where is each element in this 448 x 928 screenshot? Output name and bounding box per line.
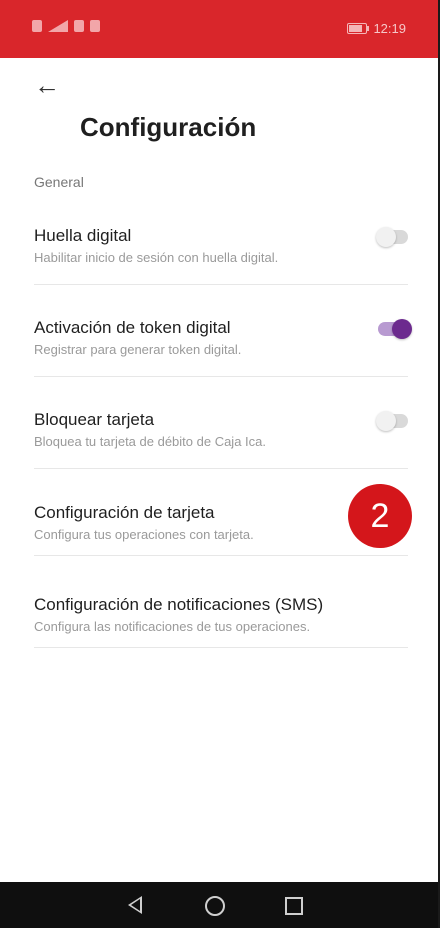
battery-icon [347, 23, 370, 34]
setting-block-card[interactable]: Bloquear tarjeta Bloquea tu tarjeta de d… [34, 410, 408, 469]
status-icons-left [32, 20, 100, 32]
square-recents-icon[interactable] [285, 897, 303, 915]
setting-title: Configuración de notificaciones (SMS) [34, 595, 324, 614]
status-icons-right: 12:19 [347, 21, 406, 36]
setting-fingerprint[interactable]: Huella digital Habilitar inicio de sesió… [34, 226, 408, 285]
section-label: General [34, 174, 84, 190]
setting-notifications[interactable]: Configuración de notificaciones (SMS) Co… [34, 595, 408, 648]
signal-icon [48, 20, 68, 32]
setting-subtitle: Configura las notificaciones de tus oper… [34, 619, 311, 634]
sim-icon [90, 20, 100, 32]
status-time: 12:19 [373, 21, 406, 36]
toggle-knob [376, 227, 396, 247]
status-bar: 12:19 [0, 0, 438, 58]
toggle-knob [392, 319, 412, 339]
setting-subtitle: Registrar para generar token digital. [34, 342, 242, 357]
toggle-knob [376, 411, 396, 431]
setting-token[interactable]: Activación de token digital Registrar pa… [34, 318, 412, 377]
app-frame: 12:19 ← Configuración General Huella dig… [0, 0, 440, 928]
token-toggle[interactable] [378, 319, 412, 339]
carrier-icon [32, 20, 42, 32]
setting-subtitle: Habilitar inicio de sesión con huella di… [34, 250, 279, 265]
arrow-left-icon: ← [34, 70, 60, 100]
setting-title: Huella digital [34, 226, 132, 245]
system-nav-bar [0, 882, 438, 928]
page-title: Configuración [80, 112, 257, 142]
setting-subtitle: Bloquea tu tarjeta de débito de Caja Ica… [34, 434, 266, 449]
back-button[interactable]: ← [34, 70, 64, 100]
app-notification-icon [74, 20, 84, 32]
setting-title: Bloquear tarjeta [34, 410, 155, 429]
triangle-back-icon[interactable] [128, 896, 142, 914]
setting-title: Activación de token digital [34, 318, 231, 337]
fingerprint-toggle[interactable] [376, 227, 408, 247]
circle-home-icon[interactable] [205, 896, 225, 916]
step-badge: 2 [348, 484, 412, 548]
block-card-toggle[interactable] [376, 411, 408, 431]
